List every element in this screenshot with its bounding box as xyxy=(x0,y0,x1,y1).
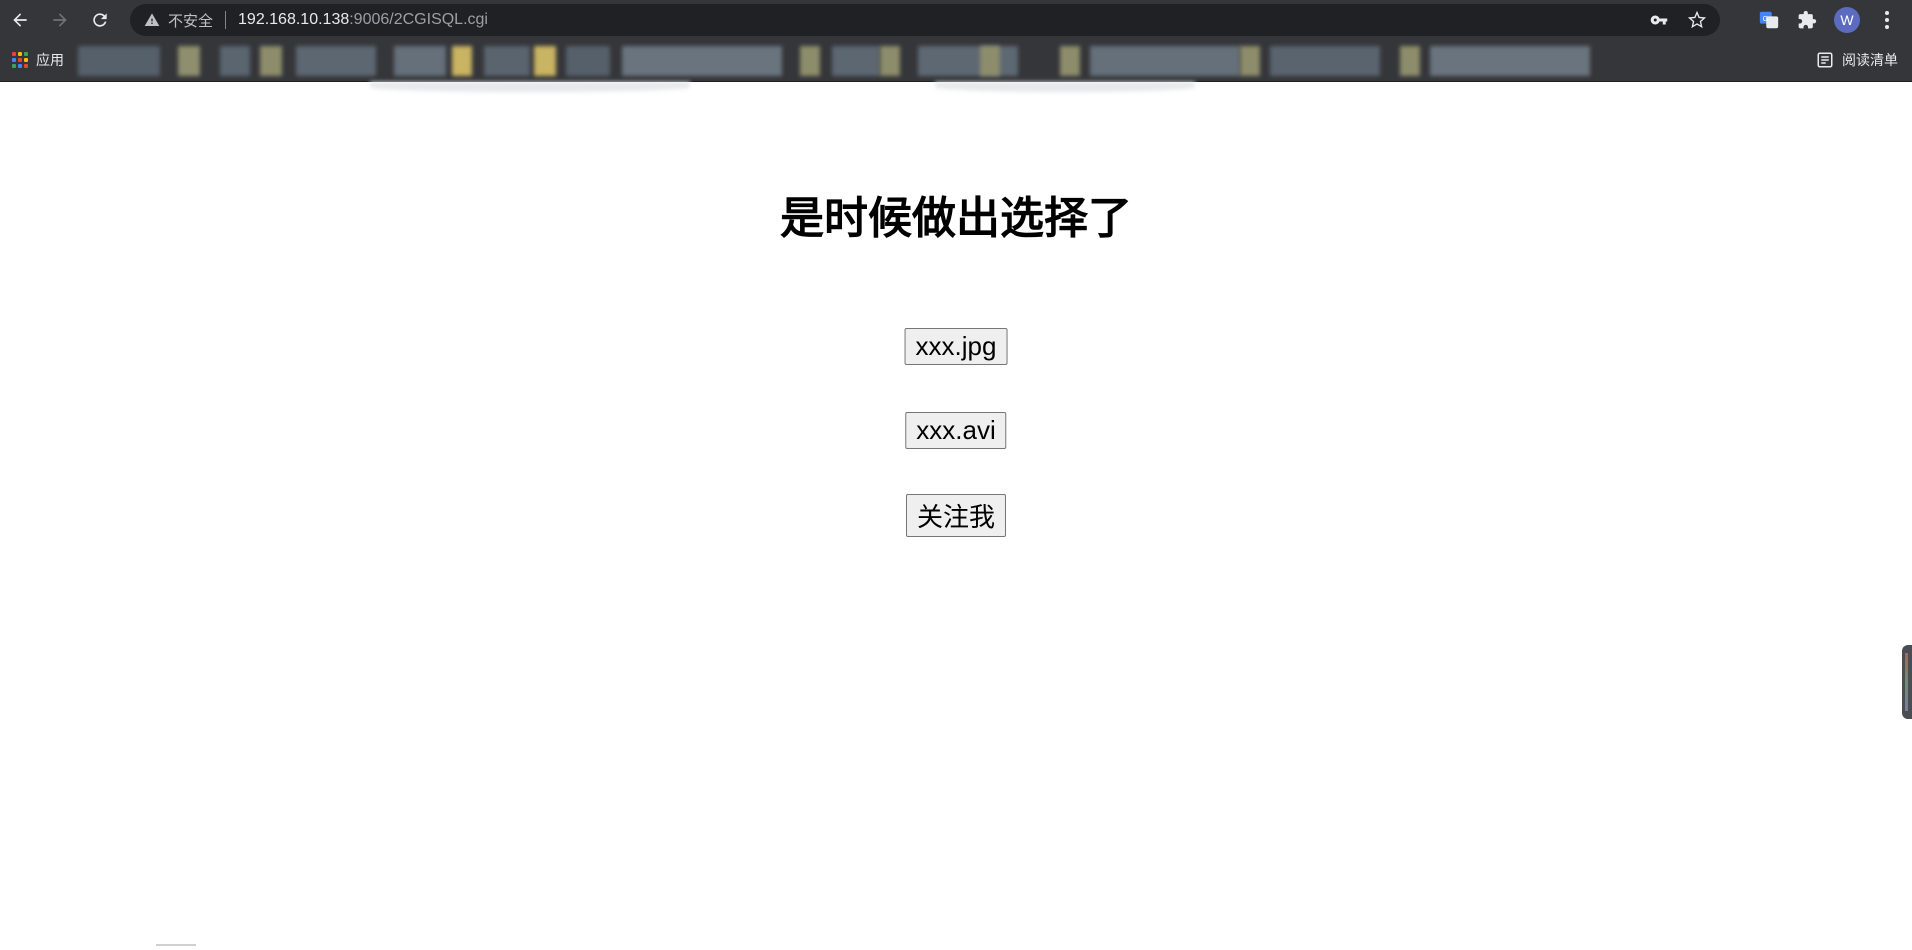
divider xyxy=(156,944,196,946)
apps-grid-icon xyxy=(12,52,28,68)
arrow-left-icon xyxy=(13,13,27,27)
arrow-right-icon xyxy=(53,13,67,27)
reload-icon xyxy=(93,13,107,27)
omnibox-actions xyxy=(1650,4,1706,36)
address-bar[interactable]: 不安全 192.168.10.138:9006/2CGISQL.cgi xyxy=(130,4,1720,36)
follow-me-button[interactable]: 关注我 xyxy=(905,494,1007,537)
page-content: 是时候做出选择了 xxx.jpg xxx.avi 关注我 xyxy=(0,82,1912,950)
key-icon[interactable] xyxy=(1650,11,1668,29)
avi-button[interactable]: xxx.avi xyxy=(905,412,1007,449)
translate-icon[interactable]: G xyxy=(1758,9,1780,31)
apps-shortcut[interactable]: 应用 xyxy=(12,50,64,70)
profile-avatar[interactable]: W xyxy=(1834,7,1860,33)
reading-list[interactable]: 阅读清单 xyxy=(1816,50,1898,70)
back-button[interactable] xyxy=(0,0,40,40)
side-panel-handle[interactable] xyxy=(1902,645,1912,719)
security-label[interactable]: 不安全 xyxy=(168,10,213,31)
reload-button[interactable] xyxy=(80,0,120,40)
reading-list-label: 阅读清单 xyxy=(1842,53,1898,69)
page-title: 是时候做出选择了 xyxy=(780,193,1132,244)
url-host: 192.168.10.138 xyxy=(238,11,350,28)
divider xyxy=(225,11,227,29)
svg-text:G: G xyxy=(1763,14,1769,23)
jpg-button[interactable]: xxx.jpg xyxy=(904,328,1008,365)
extensions-area: G W xyxy=(1758,0,1912,40)
apps-label: 应用 xyxy=(36,53,64,69)
url-path: :9006/2CGISQL.cgi xyxy=(349,11,488,28)
reading-list-icon xyxy=(1817,52,1833,68)
warning-icon xyxy=(144,13,160,26)
star-icon[interactable] xyxy=(1688,11,1706,29)
puzzle-icon[interactable] xyxy=(1796,9,1818,31)
kebab-menu-icon[interactable] xyxy=(1876,9,1898,31)
bookmarks-bar: 应用 阅读清单 xyxy=(0,40,1912,82)
scroll-artifact xyxy=(370,82,690,92)
browser-toolbar: 不安全 192.168.10.138:9006/2CGISQL.cgi G W xyxy=(0,0,1912,40)
forward-button[interactable] xyxy=(40,0,80,40)
scroll-artifact xyxy=(935,82,1195,92)
